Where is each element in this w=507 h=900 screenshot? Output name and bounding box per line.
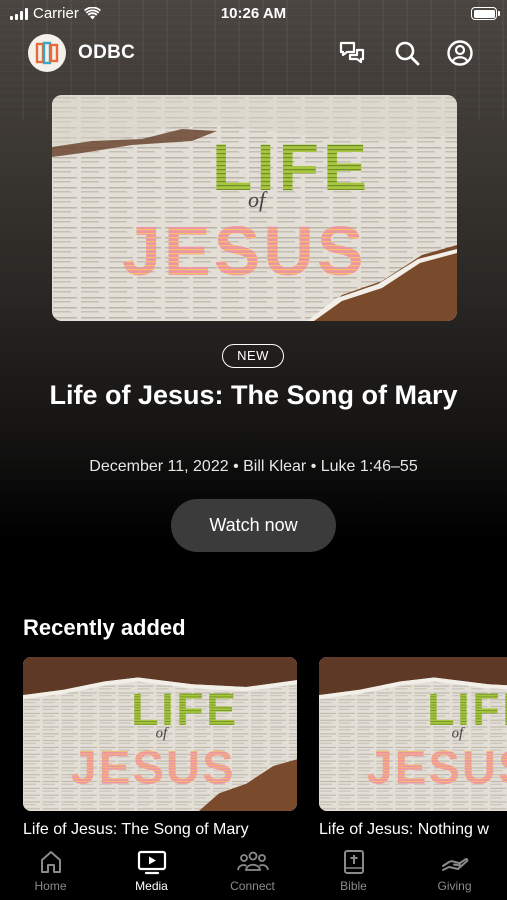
artwork-line1: LIFE [212,130,371,204]
tab-label: Giving [437,879,472,893]
account-icon[interactable] [446,39,474,67]
section-title-recently-added: Recently added [23,615,186,640]
tab-label: Home [34,879,67,893]
thumb-line3: JESUS [70,742,235,795]
status-bar: Carrier 10:26 AM [0,0,507,28]
tab-home[interactable]: Home [0,842,101,900]
media-card-title: Life of Jesus: Nothing w [319,821,489,838]
hero-artwork[interactable]: LIFE of JESUS [52,95,457,321]
bible-icon [343,850,364,874]
thumb-line2: of [156,725,169,741]
tab-label: Connect [230,879,275,893]
hero-meta: December 11, 2022 • Bill Klear • Luke 1:… [89,458,418,475]
tv-icon [137,850,166,875]
giving-hand-icon [441,858,468,871]
tab-bible[interactable]: Bible [303,842,404,900]
tab-connect[interactable]: Connect [202,842,303,900]
app-header: ODBC [0,30,507,76]
media-thumbnail[interactable]: LIFE of JESUS [23,657,297,811]
media-thumbnail[interactable]: LIFE of JESUS [319,657,507,811]
thumb-line2: of [452,725,465,741]
watch-now-button[interactable]: Watch now [171,499,336,552]
tab-media[interactable]: Media [101,842,202,900]
battery-icon [471,7,500,20]
artwork-line3: JESUS [122,212,367,290]
artwork-line2: of [248,187,268,212]
tab-giving[interactable]: Giving [404,842,505,900]
media-card[interactable]: LIFE of JESUS Life of Jesus: The Song of… [23,657,297,839]
hero-title: Life of Jesus: The Song of Mary [49,380,458,410]
tab-label: Bible [340,879,367,893]
thumb-line1: LIFE [131,685,239,735]
thumb-line3: JESUS [366,742,507,795]
people-icon [236,851,269,871]
media-card-title: Life of Jesus: The Song of Mary [23,821,249,838]
chat-bubbles-icon[interactable] [338,39,366,67]
home-icon [40,851,61,873]
thumb-line1: LIFE [427,685,507,735]
status-time: 10:26 AM [220,5,287,22]
new-badge: NEW [222,344,284,368]
tab-label: Media [135,879,168,893]
app-name: ODBC [78,42,136,63]
tab-bar: Home Media Connect Bible Giving [0,842,507,900]
media-card[interactable]: LIFE of JESUS Life of Jesus: Nothing w [319,657,507,839]
odbc-logo-icon[interactable] [28,34,66,72]
search-icon[interactable] [393,39,421,67]
